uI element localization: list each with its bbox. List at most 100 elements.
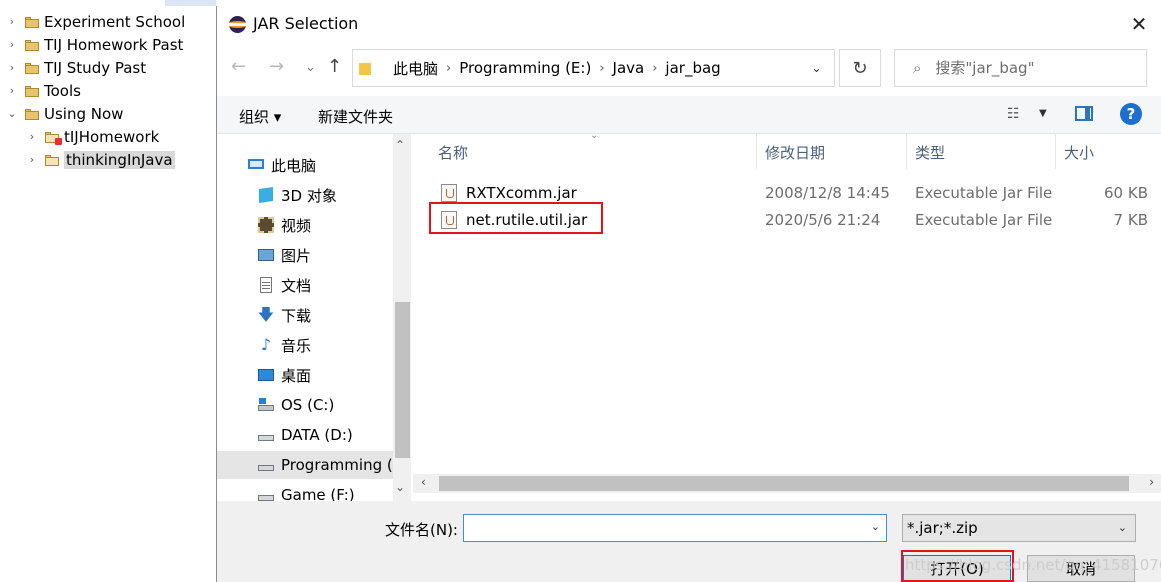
chevron-right-icon[interactable]: ›	[599, 61, 604, 76]
tree-item-experiment-school[interactable]: › Experiment School	[6, 10, 185, 33]
watermark: https://blog.csdn.net/qq_41581076	[905, 556, 1161, 574]
close-button[interactable]: ✕	[1116, 6, 1161, 42]
scroll-thumb[interactable]	[439, 476, 1129, 491]
chevron-down-icon[interactable]: ⌄	[871, 520, 880, 533]
nav-item-label: 音乐	[281, 336, 312, 355]
nav-item-this-pc[interactable]: 此电脑	[217, 151, 393, 179]
documents-icon	[257, 277, 275, 293]
download-icon: 🡇	[257, 305, 275, 324]
expand-arrow-icon[interactable]: ›	[26, 130, 38, 143]
chevron-down-icon[interactable]: ⌄	[798, 61, 834, 75]
nav-item-programming-e[interactable]: Programming (	[217, 451, 393, 479]
nav-item-videos[interactable]: 视频	[217, 211, 393, 239]
sort-indicator-icon: ⌄	[590, 130, 599, 141]
refresh-icon: ↻	[852, 57, 868, 79]
java-project-icon	[44, 130, 62, 145]
file-type-filter[interactable]: *.jar;*.zip ⌄	[902, 514, 1136, 542]
chevron-right-icon[interactable]: ›	[446, 61, 451, 76]
nav-item-label: 此电脑	[271, 156, 317, 175]
view-dropdown-icon[interactable]: ▼	[1039, 108, 1047, 119]
tree-item-tij-homework-past[interactable]: › TIJ Homework Past	[6, 33, 184, 56]
folder-icon	[24, 15, 40, 29]
nav-item-music[interactable]: ♪ 音乐	[217, 331, 393, 359]
nav-item-data-d[interactable]: DATA (D:)	[217, 421, 393, 449]
chevron-down-icon[interactable]: ⌄	[1118, 521, 1127, 534]
address-bar[interactable]: 此电脑 › Programming (E:) › Java › jar_bag …	[352, 49, 835, 87]
nav-item-documents[interactable]: 文档	[217, 271, 393, 299]
chevron-right-icon[interactable]: ›	[652, 61, 657, 76]
tree-item-label: Tools	[44, 81, 81, 100]
project-explorer: › Experiment School › TIJ Homework Past …	[0, 0, 216, 582]
column-divider[interactable]	[756, 134, 757, 169]
annotation-highlight	[429, 202, 603, 234]
column-header-name[interactable]: 名称	[438, 142, 468, 163]
tree-item-tools[interactable]: › Tools	[6, 79, 81, 102]
nav-item-label: 图片	[281, 246, 312, 265]
nav-item-os-c[interactable]: OS (C:)	[217, 391, 393, 419]
forward-arrow-icon[interactable]: →	[269, 56, 284, 77]
scroll-right-icon[interactable]: ›	[1149, 475, 1154, 489]
horizontal-scrollbar[interactable]: ‹ ›	[413, 474, 1161, 493]
folder-icon	[359, 61, 373, 75]
expand-arrow-icon[interactable]: ›	[6, 15, 18, 28]
expand-arrow-icon[interactable]: ›	[6, 84, 18, 97]
nav-item-desktop[interactable]: 桌面	[217, 361, 393, 389]
column-header-type[interactable]: 类型	[915, 142, 945, 163]
scroll-up-icon[interactable]: ⌃	[395, 138, 405, 152]
filename-field[interactable]: ⌄	[463, 514, 887, 542]
folder-icon	[24, 84, 40, 98]
nav-item-label: 3D 对象	[281, 186, 337, 205]
organize-button[interactable]: 组织 ▾	[239, 106, 281, 127]
expand-arrow-icon[interactable]: ›	[26, 153, 38, 166]
nav-item-label: 下载	[281, 306, 312, 325]
tree-item-label: thinkingInJava	[64, 150, 175, 169]
drive-icon	[257, 427, 275, 443]
computer-icon	[247, 158, 265, 172]
nav-item-label: 文档	[281, 276, 312, 295]
nav-item-game-f[interactable]: Game (F:)	[217, 481, 393, 501]
preview-pane-icon[interactable]	[1075, 106, 1093, 121]
nav-item-label: 视频	[281, 216, 312, 235]
back-arrow-icon[interactable]: ←	[231, 56, 246, 77]
column-divider[interactable]	[1055, 134, 1056, 169]
recent-locations-icon[interactable]: ⌄	[305, 60, 316, 75]
nav-item-downloads[interactable]: 🡇 下载	[217, 301, 393, 329]
search-input[interactable]	[935, 59, 1116, 77]
breadcrumb-jar-bag[interactable]: jar_bag	[665, 59, 720, 77]
tree-item-tij-study-past[interactable]: › TIJ Study Past	[6, 56, 146, 79]
search-box[interactable]: ⌕	[894, 49, 1147, 87]
tree-item-tijhomework[interactable]: › tIJHomework	[26, 125, 160, 148]
scroll-left-icon[interactable]: ‹	[421, 475, 426, 489]
nav-item-3d-objects[interactable]: 3D 对象	[217, 181, 393, 209]
scroll-thumb[interactable]	[395, 302, 410, 458]
breadcrumb-java[interactable]: Java	[613, 59, 645, 77]
jar-file-icon	[441, 184, 457, 202]
column-header-date[interactable]: 修改日期	[765, 142, 825, 163]
drive-icon	[257, 457, 275, 473]
breadcrumb-programming[interactable]: Programming (E:)	[459, 59, 591, 77]
file-date: 2020/5/6 21:24	[765, 211, 881, 229]
navigation-scrollbar[interactable]: ⌃ ⌄	[393, 134, 411, 501]
up-arrow-icon[interactable]: ↑	[327, 56, 342, 77]
column-header-size[interactable]: 大小	[1064, 142, 1094, 163]
new-folder-button[interactable]: 新建文件夹	[318, 106, 393, 127]
title-bar[interactable]: JAR Selection ✕	[217, 6, 1161, 42]
expand-arrow-icon[interactable]: ›	[6, 38, 18, 51]
3d-objects-icon	[257, 187, 275, 203]
music-icon: ♪	[260, 335, 272, 354]
java-project-icon	[44, 153, 60, 167]
nav-item-pictures[interactable]: 图片	[217, 241, 393, 269]
help-icon[interactable]: ?	[1120, 103, 1142, 125]
nav-item-label: Programming (	[281, 456, 393, 474]
view-options-icon[interactable]: ☷	[1007, 106, 1020, 122]
column-divider[interactable]	[906, 134, 907, 169]
expand-arrow-icon[interactable]: ›	[6, 61, 18, 74]
tree-item-using-now[interactable]: ⌄ Using Now	[6, 102, 123, 125]
tab-strip	[165, 0, 216, 6]
breadcrumb-this-pc[interactable]: 此电脑	[393, 58, 438, 79]
tree-item-thinkinginjava[interactable]: › thinkingInJava	[26, 148, 175, 171]
filter-value: *.jar;*.zip	[907, 519, 978, 537]
collapse-arrow-icon[interactable]: ⌄	[6, 107, 18, 120]
refresh-button[interactable]: ↻	[839, 49, 881, 87]
scroll-down-icon[interactable]: ⌄	[395, 480, 405, 494]
